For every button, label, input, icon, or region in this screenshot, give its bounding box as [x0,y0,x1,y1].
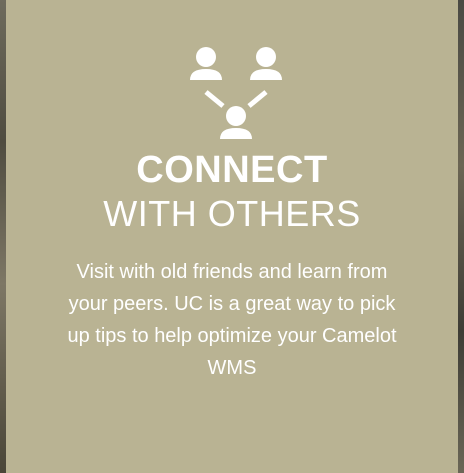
background-image-edge-right [458,0,464,473]
card-title-strong: CONNECT [136,149,328,191]
person-top-right-icon [250,47,282,80]
person-bottom-icon [220,106,252,139]
connector-lines [204,90,268,108]
card-body-text: Visit with old friends and learn from yo… [67,261,397,379]
page: CONNECT WITH OTHERS Visit with old frien… [0,0,464,473]
card-title-light: WITH OTHERS [103,193,361,234]
connect-people-icon-svg [190,47,282,139]
connect-people-icon [186,40,286,140]
person-top-left-icon [190,47,222,80]
